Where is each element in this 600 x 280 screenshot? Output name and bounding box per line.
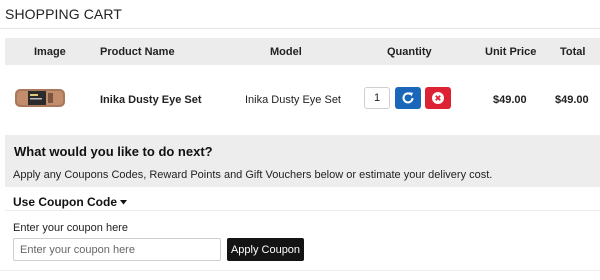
cart-table-header: Image Product Name Model Quantity Unit P… (5, 38, 600, 65)
table-row: Inika Dusty Eye Set Inika Dusty Eye Set … (5, 65, 600, 135)
column-header-image: Image (34, 46, 66, 58)
quantity-input[interactable] (364, 87, 390, 109)
coupon-input[interactable] (13, 238, 221, 261)
update-button[interactable] (395, 87, 421, 109)
product-name-link[interactable]: Inika Dusty Eye Set (100, 94, 202, 106)
remove-circle-icon (432, 92, 444, 104)
refresh-icon (402, 92, 414, 104)
title-divider (0, 28, 600, 29)
use-coupon-label: Use Coupon Code (13, 195, 117, 209)
coupon-field-label: Enter your coupon here (13, 222, 128, 234)
next-steps-panel: What would you like to do next? Apply an… (5, 135, 600, 187)
column-header-total: Total (560, 46, 586, 58)
page-title: SHOPPING CART (5, 6, 122, 22)
unit-price: $49.00 (493, 94, 527, 106)
coupon-divider (5, 210, 600, 211)
column-header-unit-price: Unit Price (485, 46, 537, 58)
product-model: Inika Dusty Eye Set (245, 94, 341, 106)
use-coupon-toggle[interactable]: Use Coupon Code (13, 195, 127, 209)
next-steps-description: Apply any Coupons Codes, Reward Points a… (13, 169, 493, 181)
caret-down-icon (120, 200, 127, 205)
line-total: $49.00 (555, 94, 589, 106)
remove-button[interactable] (425, 87, 451, 109)
next-steps-heading: What would you like to do next? (14, 144, 213, 159)
column-header-quantity: Quantity (387, 46, 432, 58)
product-thumbnail[interactable] (15, 87, 65, 109)
apply-coupon-button[interactable]: Apply Coupon (227, 238, 304, 261)
bottom-divider (0, 270, 600, 271)
column-header-product-name: Product Name (100, 46, 175, 58)
column-header-model: Model (270, 46, 302, 58)
